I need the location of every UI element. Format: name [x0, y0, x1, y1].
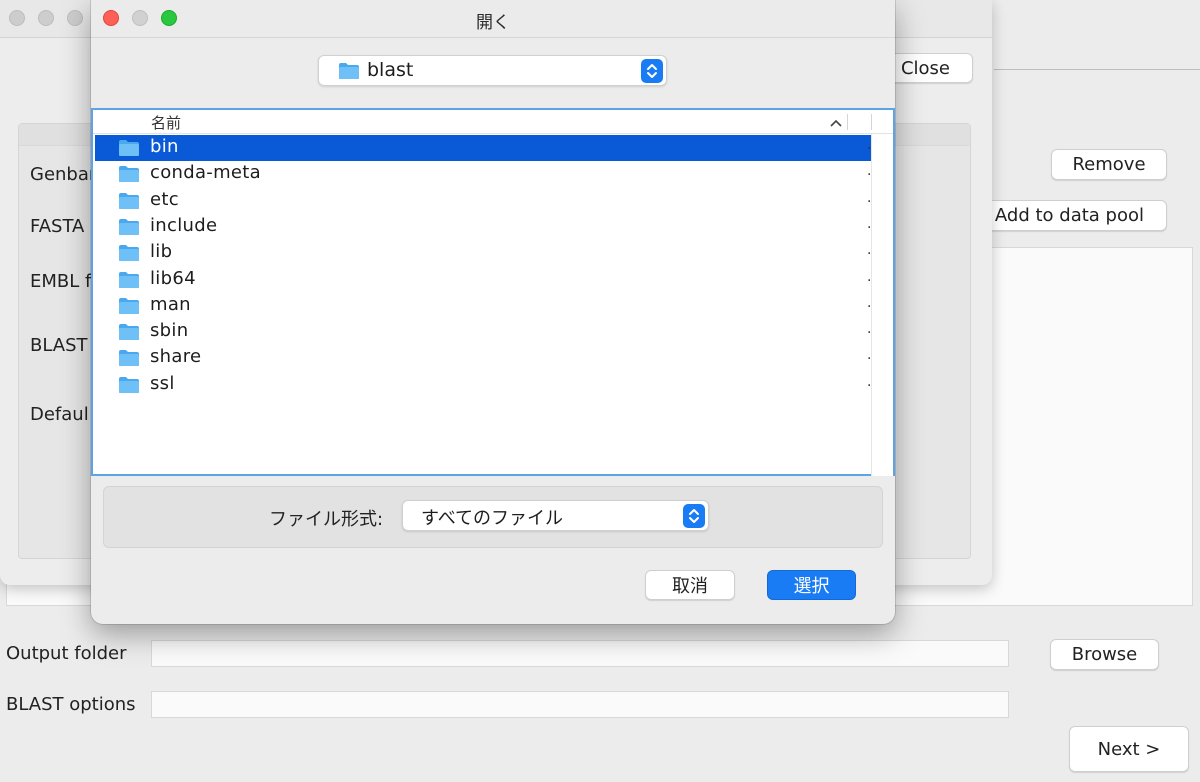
list-item-name: etc	[150, 188, 179, 210]
open-file-dialog: 開く blast 名前 bin. conda-meta. etc. include. l…	[91, 0, 895, 624]
cancel-button[interactable]: 取消	[645, 570, 735, 600]
folder-icon	[339, 63, 359, 79]
name-column-header[interactable]: 名前	[151, 112, 181, 133]
list-item-suffix: .	[867, 268, 872, 285]
list-item-suffix: .	[867, 163, 872, 180]
dialog-title: 開く	[476, 13, 510, 33]
folder-icon	[119, 350, 139, 367]
file-format-label: ファイル形式:	[269, 509, 384, 530]
column-divider	[847, 114, 848, 130]
file-format-value: すべてのファイル	[421, 508, 564, 529]
folder-icon	[119, 192, 139, 209]
folder-icon	[119, 140, 139, 156]
folder-icon	[119, 166, 139, 183]
fasta-label: FASTA	[30, 216, 85, 237]
list-item-name: man	[150, 293, 191, 315]
list-item[interactable]: lib64.	[95, 267, 871, 293]
remove-button[interactable]: Remove	[1051, 149, 1167, 180]
add-to-data-pool-button[interactable]: Add to data pool	[966, 200, 1167, 231]
list-item-name: sbin	[150, 320, 189, 342]
list-item[interactable]: sbin.	[95, 319, 871, 345]
list-item[interactable]: bin.	[95, 135, 871, 161]
folder-icon	[119, 297, 139, 314]
dialog-titlebar: 開く	[91, 0, 895, 38]
folder-icon	[119, 324, 139, 341]
list-item[interactable]: etc.	[95, 188, 871, 214]
default-label: Defaul	[30, 404, 89, 425]
minimize-dot-icon[interactable]	[38, 10, 54, 26]
list-item-name: share	[150, 346, 202, 368]
list-item-suffix: .	[867, 294, 872, 311]
list-scrollbar[interactable]	[871, 134, 893, 476]
sort-ascending-icon[interactable]	[829, 118, 843, 128]
list-item-suffix: .	[867, 347, 872, 364]
file-format-bar: ファイル形式: すべてのファイル	[103, 486, 883, 548]
list-item-suffix: .	[867, 373, 872, 390]
output-folder-input[interactable]	[151, 640, 1009, 667]
list-item[interactable]: ssl.	[95, 372, 871, 398]
column-divider	[871, 114, 872, 130]
list-item-name: bin	[150, 136, 179, 157]
popup-stepper-icon	[683, 504, 705, 528]
browse-button[interactable]: Browse	[1050, 639, 1159, 670]
list-item-suffix: .	[867, 215, 872, 232]
folder-icon	[119, 376, 139, 393]
popup-stepper-icon	[641, 59, 663, 83]
blast-options-input[interactable]	[151, 691, 1009, 718]
location-popup-label: blast	[367, 59, 414, 81]
blast-options-label: BLAST options	[6, 694, 136, 715]
list-item-suffix: .	[867, 321, 872, 338]
list-item[interactable]: man.	[95, 293, 871, 319]
list-item[interactable]: share.	[95, 345, 871, 371]
folder-icon	[119, 271, 139, 288]
location-popup[interactable]: blast	[318, 55, 667, 86]
list-item-name: lib	[150, 241, 173, 263]
list-item-suffix: .	[867, 242, 872, 259]
list-item-name: ssl	[150, 372, 175, 394]
list-item-name: include	[150, 214, 218, 236]
list-item-name: lib64	[150, 267, 196, 289]
list-header: 名前	[93, 110, 893, 134]
list-item-suffix: .	[867, 189, 872, 206]
list-item[interactable]: lib.	[95, 240, 871, 266]
main-top-rule	[994, 69, 1200, 70]
next-button[interactable]: Next >	[1069, 726, 1189, 772]
blast-label: BLAST	[30, 335, 88, 356]
file-format-popup[interactable]: すべてのファイル	[402, 500, 709, 531]
file-list[interactable]: 名前 bin. conda-meta. etc. include. lib. lib64.…	[91, 108, 895, 476]
list-item-name: conda-meta	[150, 162, 261, 184]
embl-label: EMBL f	[30, 271, 92, 292]
list-item-suffix: .	[867, 137, 872, 153]
genbank-label: Genbar	[30, 164, 97, 185]
output-folder-label: Output folder	[6, 643, 127, 664]
list-item[interactable]: include.	[95, 214, 871, 240]
close-dot-icon[interactable]	[9, 10, 25, 26]
zoom-dot-icon[interactable]	[67, 10, 83, 26]
folder-icon	[119, 218, 139, 235]
folder-icon	[119, 245, 139, 262]
list-item[interactable]: conda-meta.	[95, 161, 871, 187]
select-button[interactable]: 選択	[767, 570, 856, 600]
